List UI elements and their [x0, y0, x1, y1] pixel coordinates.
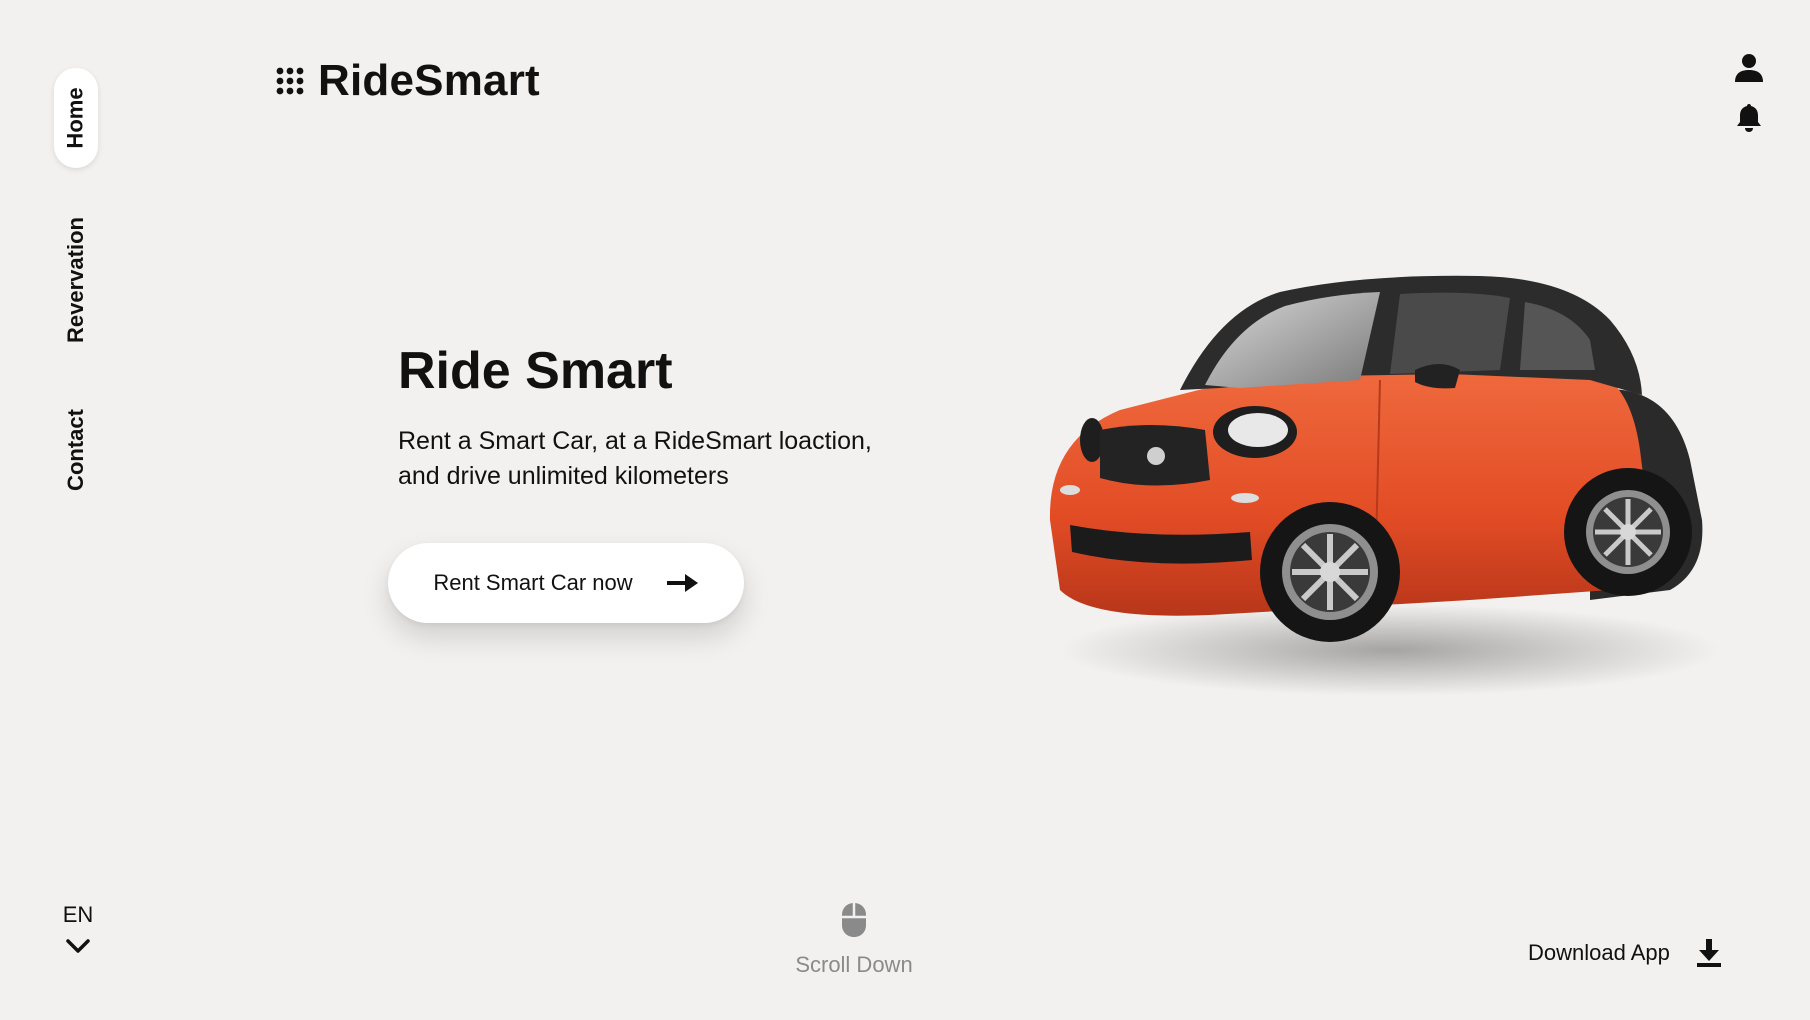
- nav-item-home[interactable]: Home: [54, 68, 98, 168]
- brand: RideSmart: [276, 56, 540, 106]
- nav-item-contact[interactable]: Contact: [54, 398, 98, 502]
- language-selector[interactable]: EN: [58, 902, 98, 956]
- scroll-down[interactable]: Scroll Down: [774, 902, 934, 978]
- smart-car-image: [1049, 275, 1720, 696]
- grid-dots-icon[interactable]: [276, 67, 304, 95]
- download-app-link[interactable]: Download App: [1528, 938, 1722, 968]
- chevron-down-icon: [66, 939, 90, 953]
- download-icon: [1696, 939, 1721, 967]
- mouse-icon: [842, 903, 866, 937]
- download-app-label: Download App: [1528, 940, 1670, 965]
- page: Home Revervation Contact RideSmart Ride …: [0, 0, 1810, 1020]
- hero: Ride Smart Rent a Smart Car, at a RideSm…: [398, 340, 958, 494]
- nav-item-contact-label: Contact: [63, 409, 89, 491]
- user-icon[interactable]: [1733, 52, 1765, 84]
- header-actions: [1733, 52, 1765, 134]
- nav-item-reservation[interactable]: Revervation: [54, 216, 98, 344]
- rent-car-button[interactable]: Rent Smart Car now: [388, 543, 744, 623]
- arrow-right-icon: [666, 574, 698, 592]
- language-code: EN: [62, 902, 94, 927]
- bell-icon[interactable]: [1733, 102, 1765, 134]
- nav-item-reservation-label: Revervation: [63, 217, 89, 343]
- scroll-down-label: Scroll Down: [795, 952, 913, 977]
- brand-name[interactable]: RideSmart: [318, 56, 540, 106]
- nav-item-home-label: Home: [63, 87, 88, 149]
- hero-title: Ride Smart: [398, 342, 673, 400]
- rent-car-button-label: Rent Smart Car now: [433, 570, 633, 595]
- hero-subtitle: Rent a Smart Car, at a RideSmart loactio…: [398, 427, 872, 490]
